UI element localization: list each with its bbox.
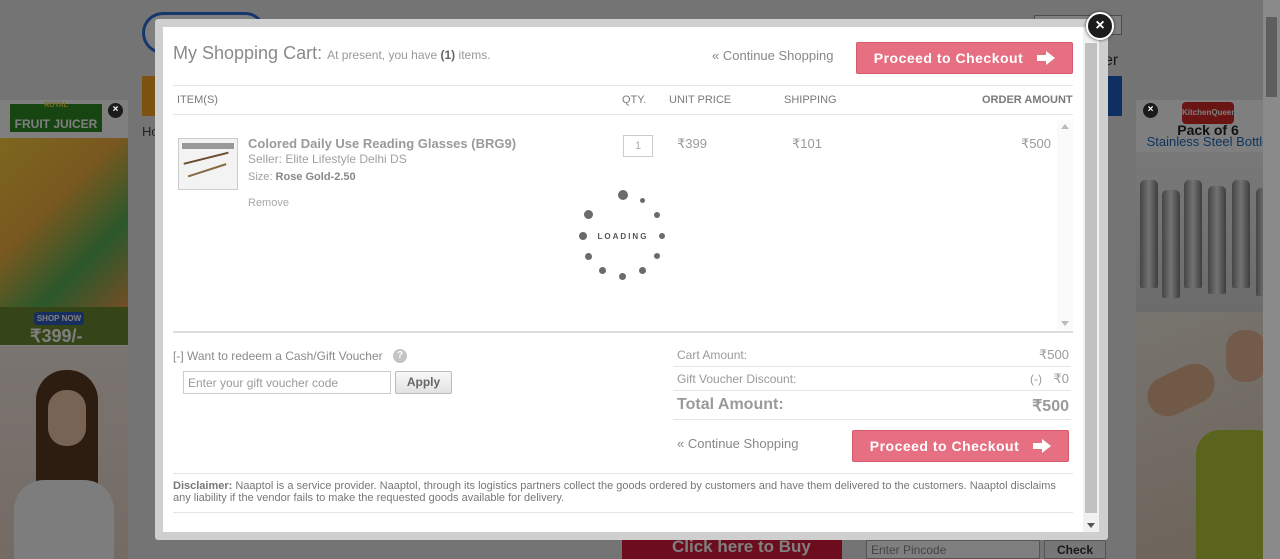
arrow-right-icon: [1037, 51, 1056, 65]
items-scrollbar[interactable]: [1057, 120, 1073, 330]
divider: [173, 85, 1073, 86]
cart-subtitle-prefix: At present, you have: [327, 48, 438, 62]
column-header-shipping: SHIPPING: [784, 94, 837, 106]
spinner-dot: [654, 253, 660, 259]
column-header-unit-price: UNIT PRICE: [669, 94, 732, 106]
modal-scrollbar-thumb[interactable]: [1085, 43, 1097, 513]
unit-price-value: ₹399: [677, 136, 707, 151]
spinner-dot: [618, 190, 628, 200]
right-ad-close-icon[interactable]: ×: [1143, 103, 1158, 118]
page-scrollbar-thumb[interactable]: [1266, 17, 1277, 97]
cart-item-count: (1): [440, 48, 456, 62]
left-ad-close-icon[interactable]: ×: [108, 103, 123, 118]
spinner-dot: [584, 210, 593, 219]
shipping-value: ₹101: [792, 136, 822, 151]
size-label: Size:: [248, 171, 273, 183]
page-scrollbar[interactable]: [1263, 0, 1280, 559]
column-header-qty: QTY.: [622, 94, 647, 106]
total-amount-label: Total Amount:: [677, 396, 784, 413]
quantity-input[interactable]: [623, 135, 653, 157]
thumbnail-band: [182, 143, 234, 149]
divider: [173, 114, 1073, 115]
total-amount-value: ₹500: [1032, 398, 1069, 415]
voucher-discount-label: Gift Voucher Discount:: [677, 372, 797, 386]
order-amount-value: ₹500: [1021, 136, 1051, 151]
apply-voucher-button[interactable]: Apply: [395, 371, 452, 394]
divider: [173, 331, 1073, 333]
divider: [673, 419, 1071, 420]
help-icon[interactable]: ?: [393, 349, 407, 363]
cart-title: My Shopping Cart: At present, you have (…: [173, 43, 491, 64]
arrow-right-icon: [1033, 439, 1052, 453]
cart-amount-value: ₹500: [1039, 347, 1069, 362]
checkout-label: Proceed to Checkout: [873, 50, 1024, 66]
voucher-discount-value: ₹0: [1053, 371, 1069, 386]
cart-subtitle: At present, you have (1) items.: [327, 48, 490, 62]
divider: [673, 366, 1071, 367]
column-header-order-amount: ORDER AMOUNT: [982, 94, 1073, 106]
spinner-dot: [639, 267, 646, 274]
divider: [173, 512, 1073, 513]
modal-scrollbar[interactable]: [1083, 27, 1099, 532]
loading-spinner: LOADING: [575, 189, 671, 285]
scroll-down-icon[interactable]: [1087, 523, 1095, 528]
disclaimer: Disclaimer: Naaptol is a service provide…: [173, 480, 1073, 504]
remove-item-link[interactable]: Remove: [248, 197, 289, 209]
discount-sign: (-): [1030, 372, 1042, 386]
product-thumbnail[interactable]: [178, 138, 238, 190]
spinner-dot: [599, 267, 606, 274]
product-seller: Seller: Elite Lifestyle Delhi DS: [248, 152, 407, 166]
spinner-dot: [640, 198, 645, 203]
scroll-down-icon[interactable]: [1061, 321, 1069, 326]
redeem-voucher-toggle[interactable]: [-] Want to redeem a Cash/Gift Voucher: [173, 349, 383, 363]
shopping-cart-modal: My Shopping Cart: At present, you have (…: [163, 27, 1099, 532]
spinner-dot: [619, 273, 626, 280]
divider: [173, 473, 1073, 474]
cart-amount-label: Cart Amount:: [677, 348, 748, 362]
close-icon[interactable]: ×: [1086, 12, 1114, 40]
disclaimer-text: Naaptol is a service provider. Naaptol, …: [173, 480, 1056, 504]
disclaimer-label: Disclaimer:: [173, 480, 233, 492]
continue-shopping-link-top[interactable]: « Continue Shopping: [712, 48, 833, 63]
proceed-to-checkout-button-bottom[interactable]: Proceed to Checkout: [852, 430, 1069, 462]
divider: [673, 390, 1071, 391]
scroll-up-icon[interactable]: [1061, 124, 1069, 129]
product-size: Size: Rose Gold-2.50: [248, 171, 356, 183]
size-value: Rose Gold-2.50: [275, 171, 356, 183]
loading-text: LOADING: [597, 232, 649, 241]
spinner-dot: [654, 212, 660, 218]
checkout-label: Proceed to Checkout: [869, 438, 1020, 454]
proceed-to-checkout-button-top[interactable]: Proceed to Checkout: [856, 42, 1073, 74]
gift-voucher-input[interactable]: [183, 371, 391, 394]
product-name[interactable]: Colored Daily Use Reading Glasses (BRG9): [248, 136, 516, 151]
column-header-items: ITEM(S): [177, 94, 218, 106]
cart-title-text: My Shopping Cart:: [173, 43, 323, 63]
cart-subtitle-suffix: items.: [458, 48, 491, 62]
spinner-dot: [585, 253, 592, 260]
continue-shopping-link-bottom[interactable]: « Continue Shopping: [677, 436, 798, 451]
